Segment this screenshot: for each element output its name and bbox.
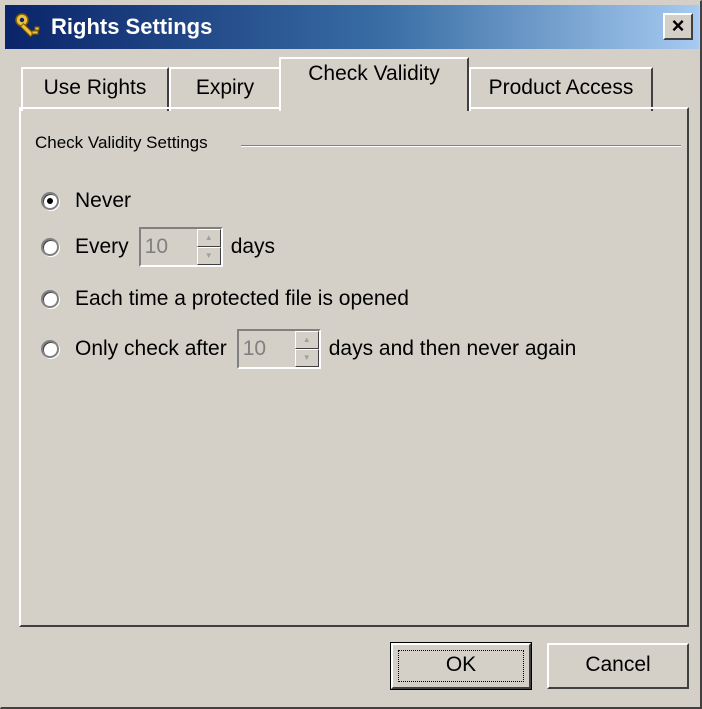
cancel-label: Cancel <box>585 653 651 676</box>
option-each-time-label: Each time a protected file is opened <box>75 287 409 310</box>
tab-use-rights[interactable]: Use Rights <box>21 67 169 111</box>
option-every-suffix: days <box>230 235 276 258</box>
radio-each-time[interactable] <box>41 290 59 308</box>
cancel-button[interactable]: Cancel <box>547 643 689 689</box>
tab-label: Product Access <box>488 76 634 99</box>
option-only-check-after[interactable]: Only check after 10 ▲ ▼ days and then ne… <box>41 329 576 369</box>
every-days-input[interactable]: 10 <box>140 229 197 265</box>
group-divider <box>241 145 681 147</box>
only-check-days-input[interactable]: 10 <box>238 331 295 367</box>
rights-settings-dialog: Rights Settings × Use Rights Expiry Chec… <box>0 0 702 709</box>
focus-rectangle <box>398 650 524 682</box>
option-each-time[interactable]: Each time a protected file is opened <box>41 287 409 311</box>
tab-expiry[interactable]: Expiry <box>169 67 281 111</box>
tab-label: Check Validity <box>308 62 440 85</box>
only-check-days-stepper[interactable]: 10 ▲ ▼ <box>236 329 321 369</box>
title-bar[interactable]: Rights Settings × <box>5 5 699 49</box>
option-never-label: Never <box>75 189 132 212</box>
key-icon <box>15 13 40 38</box>
window-title: Rights Settings <box>51 14 213 39</box>
option-every-label: Every <box>75 235 129 258</box>
group-title: Check Validity Settings <box>35 133 214 153</box>
tab-label: Expiry <box>195 76 255 99</box>
spin-up-icon[interactable]: ▲ <box>196 229 221 247</box>
tab-check-validity[interactable]: Check Validity <box>279 57 469 111</box>
radio-selected-dot <box>47 198 53 204</box>
radio-only-check-after[interactable] <box>41 340 59 358</box>
option-never[interactable]: Never <box>41 189 131 213</box>
radio-never[interactable] <box>41 192 59 210</box>
spin-down-icon[interactable]: ▼ <box>294 349 319 367</box>
option-only-check-suffix: days and then never again <box>328 337 577 360</box>
close-icon: × <box>671 13 685 38</box>
option-every[interactable]: Every 10 ▲ ▼ days <box>41 227 275 267</box>
check-validity-panel: Check Validity Settings Never Every 10 ▲… <box>19 107 689 627</box>
tab-label: Use Rights <box>43 76 147 99</box>
every-days-stepper[interactable]: 10 ▲ ▼ <box>138 227 223 267</box>
close-button[interactable]: × <box>663 13 693 40</box>
ok-button[interactable]: OK <box>390 642 532 690</box>
option-only-check-label: Only check after <box>75 337 227 360</box>
spin-up-icon[interactable]: ▲ <box>294 331 319 349</box>
radio-every[interactable] <box>41 238 59 256</box>
tab-product-access[interactable]: Product Access <box>469 67 653 111</box>
spin-down-icon[interactable]: ▼ <box>196 247 221 265</box>
